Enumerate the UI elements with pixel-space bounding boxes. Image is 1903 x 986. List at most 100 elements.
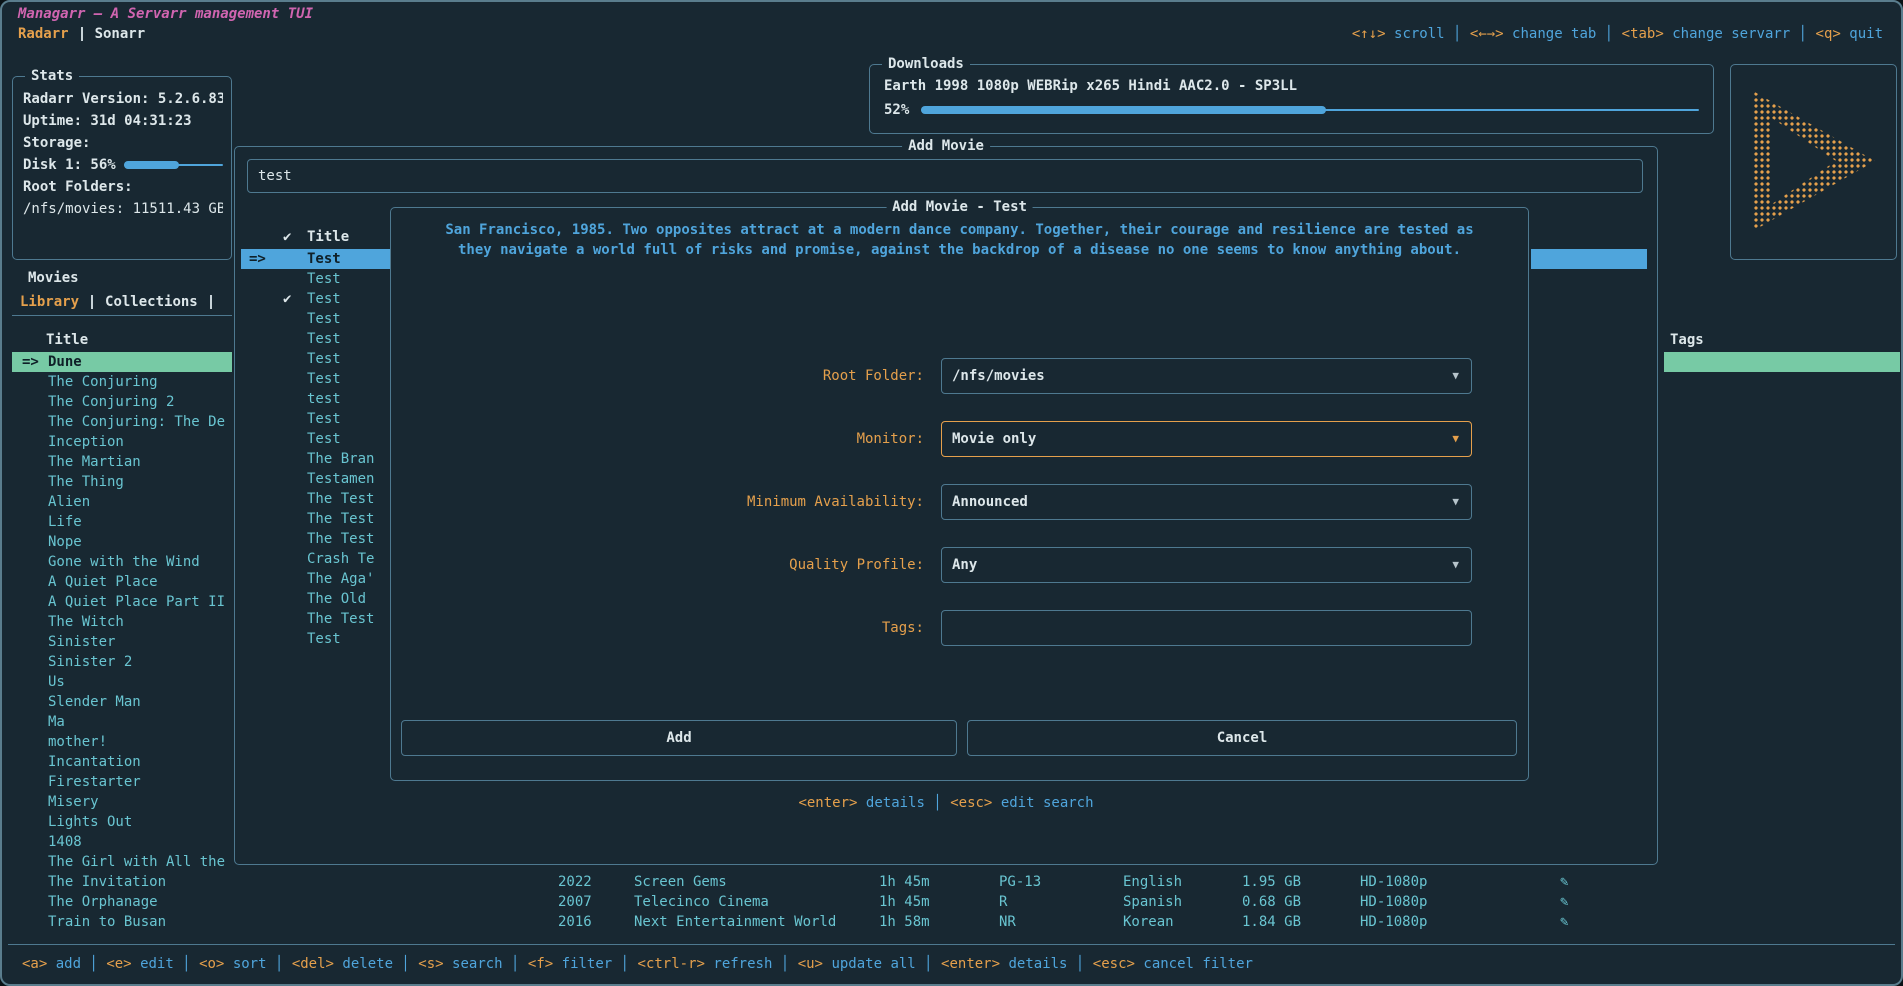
- search-result-row[interactable]: Test: [241, 349, 391, 369]
- tab-radarr[interactable]: Radarr: [18, 24, 69, 44]
- movie-title: The Conjuring: [48, 372, 158, 392]
- movie-list-item[interactable]: The Girl with All the: [12, 852, 232, 872]
- movies-tabbar: Library Collections: [20, 292, 224, 312]
- movie-list-item[interactable]: The Thing: [12, 472, 232, 492]
- movie-list-item[interactable]: Firestarter: [12, 772, 232, 792]
- search-result-row[interactable]: Testamen: [241, 469, 391, 489]
- field-dropdown[interactable]: Announced ▼: [941, 484, 1472, 520]
- help-key: <enter>: [941, 956, 1000, 972]
- field-dropdown[interactable]: [941, 610, 1472, 646]
- tab-collections[interactable]: Collections: [105, 292, 198, 312]
- field-dropdown[interactable]: Any ▼: [941, 547, 1472, 583]
- search-result-row[interactable]: Test: [241, 369, 391, 389]
- edit-icon[interactable]: ✎: [1560, 912, 1568, 932]
- movie-list-item[interactable]: 1408: [12, 832, 232, 852]
- movie-list-item[interactable]: Nope: [12, 532, 232, 552]
- movie-list-item[interactable]: Gone with the Wind: [12, 552, 232, 572]
- movie-language: Spanish: [1123, 892, 1182, 912]
- movie-list-item[interactable]: A Quiet Place: [12, 572, 232, 592]
- add-button[interactable]: Add: [401, 720, 957, 756]
- search-result-row[interactable]: The Test: [241, 609, 391, 629]
- movie-list-item[interactable]: Alien: [12, 492, 232, 512]
- movie-title: Sinister 2: [48, 652, 132, 672]
- movie-list-item[interactable]: Misery: [12, 792, 232, 812]
- search-result-row[interactable]: The Bran: [241, 449, 391, 469]
- edit-icon[interactable]: ✎: [1560, 872, 1568, 892]
- check-icon: [283, 489, 307, 509]
- library-table-row[interactable]: 2022 Screen Gems 1h 45m PG-13 English 1.…: [2, 872, 1903, 892]
- cancel-button[interactable]: Cancel: [967, 720, 1517, 756]
- form-field-row: Monitor: Movie only ▼: [391, 421, 1528, 484]
- search-result-row[interactable]: The Aga': [241, 569, 391, 589]
- selection-arrow: [249, 489, 283, 509]
- search-result-row[interactable]: Test: [241, 629, 391, 649]
- help-hint: <enter> details: [798, 795, 950, 811]
- movie-list-item[interactable]: The Conjuring: The De: [12, 412, 232, 432]
- library-table-row[interactable]: 2016 Next Entertainment World 1h 58m NR …: [2, 912, 1903, 932]
- root-folder-value: /nfs/movies: 11511.43 GB: [23, 199, 223, 219]
- selection-arrow: [249, 349, 283, 369]
- search-result-row[interactable]: Test: [241, 269, 391, 289]
- help-hint: <esc> cancel filter: [1093, 956, 1253, 972]
- movie-list-item[interactable]: The Witch: [12, 612, 232, 632]
- search-result-row[interactable]: Test: [241, 309, 391, 329]
- movie-list-item[interactable]: Us: [12, 672, 232, 692]
- selection-arrow: [22, 392, 48, 412]
- movie-list-item[interactable]: The Conjuring 2: [12, 392, 232, 412]
- help-label: scroll: [1394, 26, 1445, 42]
- movie-list-item[interactable]: Inception: [12, 432, 232, 452]
- search-result-row[interactable]: =>Test: [241, 249, 391, 269]
- library-table-visible-rows: 2022 Screen Gems 1h 45m PG-13 English 1.…: [2, 872, 1903, 932]
- movie-list-item[interactable]: The Conjuring: [12, 372, 232, 392]
- movie-title: Alien: [48, 492, 90, 512]
- add-movie-window-title: Add Movie: [902, 136, 990, 156]
- search-result-row[interactable]: test: [241, 389, 391, 409]
- search-result-row[interactable]: The Test: [241, 509, 391, 529]
- movie-list-item[interactable]: Slender Man: [12, 692, 232, 712]
- library-table-row[interactable]: 2007 Telecinco Cinema 1h 45m R Spanish 0…: [2, 892, 1903, 912]
- tab-library[interactable]: Library: [20, 292, 79, 312]
- movie-list-item[interactable]: Lights Out: [12, 812, 232, 832]
- movie-list-item[interactable]: A Quiet Place Part II: [12, 592, 232, 612]
- field-value: /nfs/movies: [952, 359, 1045, 393]
- disk-usage-row: Disk 1: 56%: [23, 155, 223, 175]
- selection-arrow: [22, 652, 48, 672]
- movie-list-item[interactable]: Ma: [12, 712, 232, 732]
- search-result-row[interactable]: ✔Test: [241, 289, 391, 309]
- result-title: The Old: [307, 589, 366, 609]
- result-title: Test: [307, 249, 341, 269]
- help-key: <s>: [418, 956, 443, 972]
- movie-search-input[interactable]: [248, 160, 1642, 192]
- movie-quality: HD-1080p: [1360, 892, 1427, 912]
- movie-title: Misery: [48, 792, 99, 812]
- search-result-row[interactable]: Test: [241, 329, 391, 349]
- selection-arrow: [249, 389, 283, 409]
- movie-list-item[interactable]: Sinister 2: [12, 652, 232, 672]
- field-dropdown[interactable]: Movie only ▼: [941, 421, 1472, 457]
- field-dropdown[interactable]: /nfs/movies ▼: [941, 358, 1472, 394]
- search-result-row[interactable]: Crash Te: [241, 549, 391, 569]
- movie-list-item[interactable]: The Martian: [12, 452, 232, 472]
- selection-arrow: [249, 269, 283, 289]
- edit-icon[interactable]: ✎: [1560, 892, 1568, 912]
- movie-list-item[interactable]: Life: [12, 512, 232, 532]
- movie-title: The Conjuring 2: [48, 392, 174, 412]
- search-result-row[interactable]: The Test: [241, 529, 391, 549]
- movie-rating: PG-13: [999, 872, 1041, 892]
- tab-sonarr[interactable]: Sonarr: [95, 24, 146, 44]
- help-label: change servarr: [1672, 26, 1790, 42]
- search-result-row[interactable]: The Test: [241, 489, 391, 509]
- selection-arrow: [22, 572, 48, 592]
- field-value: Any: [952, 548, 977, 582]
- movie-list-item[interactable]: Sinister: [12, 632, 232, 652]
- search-result-row[interactable]: The Old: [241, 589, 391, 609]
- search-result-row[interactable]: Test: [241, 409, 391, 429]
- selection-arrow: =>: [22, 352, 48, 372]
- help-hint: <e> edit: [106, 956, 199, 972]
- search-result-row[interactable]: Test: [241, 429, 391, 449]
- movie-list-item[interactable]: =>Dune: [12, 352, 232, 372]
- movie-list-item[interactable]: mother!: [12, 732, 232, 752]
- movie-list-item[interactable]: Incantation: [12, 752, 232, 772]
- movie-runtime: 1h 45m: [879, 892, 930, 912]
- top-help-bar: <↑↓> scroll <←→> change tab <tab> change…: [1352, 24, 1883, 44]
